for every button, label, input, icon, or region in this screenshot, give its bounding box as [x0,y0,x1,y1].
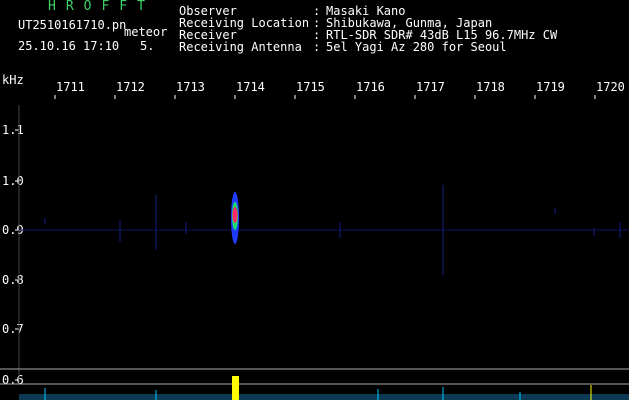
y-tick-marks [15,105,20,385]
header-title: HROFFT [48,0,155,14]
y-axis-unit: kHz [2,73,24,87]
x-tick-label: 1714 [236,80,265,94]
header-second: 5. [140,39,155,53]
header-date: 25.10.16 17:10 [18,39,120,53]
x-tick-label: 1713 [176,80,205,94]
x-tick-label: 1719 [536,80,565,94]
header-filename: UT2510161710.pn [18,18,127,32]
x-tick-label: 1716 [356,80,385,94]
antenna-label: Receiving Antenna [179,40,302,54]
x-tick-label: 1712 [116,80,145,94]
x-tick-label: 1717 [416,80,445,94]
x-tick-label: 1711 [56,80,85,94]
x-tick-label: 1715 [296,80,325,94]
x-tick-label: 1718 [476,80,505,94]
antenna-colon: : [313,40,321,54]
signal-trace [19,376,629,400]
antenna-value: 5el Yagi Az 280 for Seoul [326,40,507,54]
spectrogram-plot [0,95,629,400]
header-mode: meteor [124,25,168,39]
meteor-echo [231,192,239,244]
x-tick-marks [54,95,596,99]
x-tick-label: 1720 [596,80,625,94]
